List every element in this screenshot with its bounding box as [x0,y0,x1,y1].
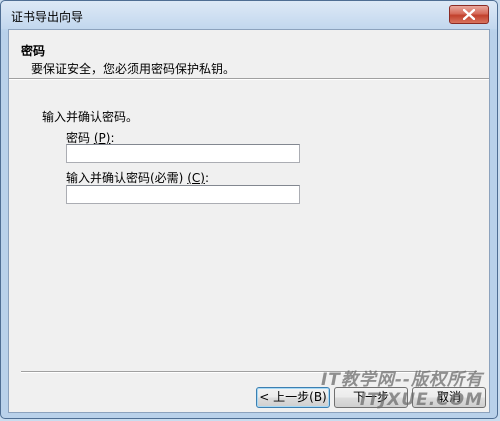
dialog-window: 证书导出向导 密码 要保证安全，您必须用密码保护私钥。 输入并确认密码。 密码 … [0,0,498,419]
instruction-text: 输入并确认密码。 [42,110,139,124]
page-title: 密码 [21,44,46,58]
watermark-line2: ITJXUE.COM [359,390,483,410]
dialog-client-area: 密码 要保证安全，您必须用密码保护私钥。 输入并确认密码。 密码 (P): 输入… [8,29,490,413]
password-input[interactable] [66,144,300,163]
watermark: IT教学网--版权所有 ITJXUE.COM [321,365,483,410]
window-title: 证书导出向导 [11,10,84,24]
close-icon [463,9,475,20]
confirm-password-input[interactable] [66,185,300,204]
password-mnemonic: (P) [93,131,111,145]
wizard-header: 密码 要保证安全，您必须用密码保护私钥。 [9,30,489,77]
confirm-password-label: 输入并确认密码(必需) (C): [66,171,209,185]
close-button[interactable] [449,5,489,24]
confirm-mnemonic: (C) [187,171,205,185]
watermark-line1: IT教学网--版权所有 [320,370,483,390]
title-bar: 证书导出向导 [1,1,497,29]
header-divider [9,78,489,80]
page-description: 要保证安全，您必须用密码保护私钥。 [31,62,236,76]
back-button[interactable]: < 上一步(B) [256,387,330,408]
